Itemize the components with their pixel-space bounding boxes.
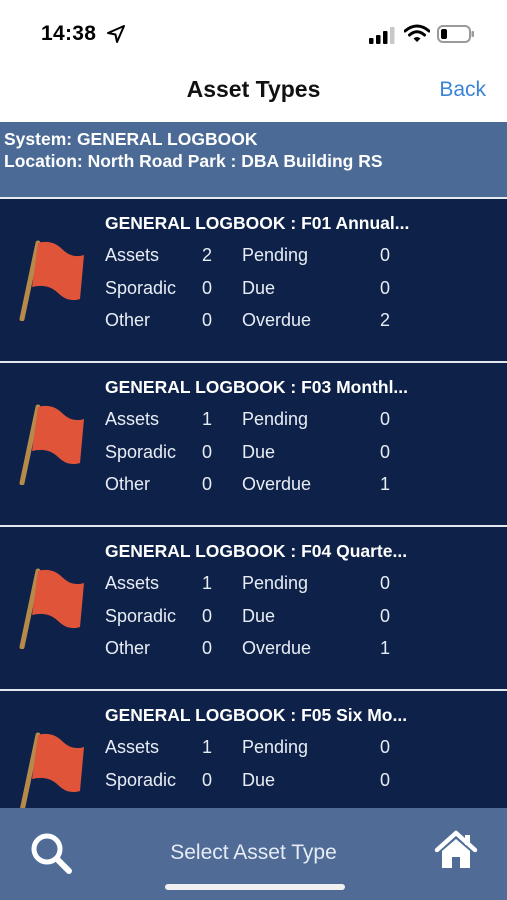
assets-count: 1	[202, 737, 213, 757]
sporadic-count: 0	[202, 442, 213, 462]
flag-icon	[19, 240, 84, 321]
sporadic-label: Sporadic	[105, 278, 177, 298]
navigation-bar: Asset Types Back	[0, 64, 507, 122]
stat-row: Other 0 Overdue 1	[105, 638, 405, 662]
cellular-signal-icon	[369, 27, 395, 44]
due-label: Due	[242, 606, 276, 626]
other-count: 0	[202, 474, 213, 494]
asset-type-item[interactable]: GENERAL LOGBOOK : F03 Monthl... Assets 1…	[0, 363, 507, 527]
asset-type-title: GENERAL LOGBOOK : F03 Monthl...	[105, 377, 409, 397]
stat-row: Assets 2 Pending 0	[105, 245, 405, 269]
assets-label: Assets	[105, 409, 160, 429]
due-count: 0	[380, 770, 391, 790]
pending-count: 0	[380, 245, 391, 265]
other-count: 0	[202, 310, 213, 330]
home-icon[interactable]	[434, 830, 478, 870]
sporadic-label: Sporadic	[105, 770, 177, 790]
pending-label: Pending	[242, 737, 309, 757]
stat-row: Other 0 Overdue 1	[105, 474, 405, 498]
other-label: Other	[105, 310, 151, 330]
stat-row: Assets 1 Pending 0	[105, 573, 405, 597]
overdue-label: Overdue	[242, 310, 312, 330]
assets-count: 2	[202, 245, 213, 265]
stat-row: Sporadic 0 Due 0	[105, 770, 405, 794]
other-label: Other	[105, 638, 151, 658]
stat-row: Sporadic 0 Due 0	[105, 442, 405, 466]
due-count: 0	[380, 278, 391, 298]
sporadic-count: 0	[202, 606, 213, 626]
sporadic-label: Sporadic	[105, 606, 177, 626]
pending-count: 0	[380, 573, 391, 593]
other-label: Other	[105, 474, 151, 494]
asset-type-title: GENERAL LOGBOOK : F04 Quarte...	[105, 541, 408, 561]
sporadic-count: 0	[202, 770, 213, 790]
page-title: Asset Types	[186, 76, 321, 102]
pending-label: Pending	[242, 245, 309, 265]
pending-label: Pending	[242, 573, 309, 593]
bottom-toolbar-title: Select Asset Type	[170, 841, 337, 864]
flag-icon	[20, 732, 84, 808]
due-label: Due	[242, 770, 276, 790]
system-info-header: System: GENERAL LOGBOOK Location: North …	[0, 122, 507, 199]
overdue-label: Overdue	[242, 474, 312, 494]
overdue-count: 2	[380, 310, 391, 330]
wifi-icon	[404, 24, 430, 42]
sporadic-count: 0	[202, 278, 213, 298]
overdue-count: 1	[380, 474, 391, 494]
bottom-toolbar: Select Asset Type	[0, 808, 507, 900]
overdue-count: 1	[380, 638, 391, 658]
battery-icon	[437, 25, 474, 43]
back-button[interactable]: Back	[439, 78, 486, 102]
assets-label: Assets	[105, 573, 160, 593]
pending-label: Pending	[242, 409, 309, 429]
due-label: Due	[242, 442, 276, 462]
system-label: System: GENERAL LOGBOOK	[4, 129, 258, 149]
due-label: Due	[242, 278, 276, 298]
asset-type-item[interactable]: GENERAL LOGBOOK : F01 Annual... Assets 2…	[0, 199, 507, 363]
status-bar: 14:38	[0, 0, 507, 64]
location-label: Location: North Road Park : DBA Building…	[4, 151, 383, 171]
assets-count: 1	[202, 573, 213, 593]
assets-label: Assets	[105, 245, 160, 265]
stat-row: Other 0 Overdue 2	[105, 310, 405, 334]
pending-count: 0	[380, 409, 391, 429]
asset-type-item[interactable]: GENERAL LOGBOOK : F04 Quarte... Assets 1…	[0, 527, 507, 691]
pending-count: 0	[380, 737, 391, 757]
stat-row: Assets 1 Pending 0	[105, 409, 405, 433]
due-count: 0	[380, 606, 391, 626]
home-indicator	[165, 884, 345, 890]
other-count: 0	[202, 638, 213, 658]
assets-label: Assets	[105, 737, 160, 757]
stat-row: Sporadic 0 Due 0	[105, 606, 405, 630]
status-time: 14:38	[41, 22, 97, 45]
overdue-label: Overdue	[242, 638, 312, 658]
asset-type-title: GENERAL LOGBOOK : F05 Six Mo...	[105, 705, 408, 725]
flag-icon	[19, 568, 84, 649]
location-arrow-icon	[107, 25, 125, 43]
sporadic-label: Sporadic	[105, 442, 177, 462]
asset-type-item[interactable]: GENERAL LOGBOOK : F05 Six Mo... Assets 1…	[0, 691, 507, 808]
stat-row: Sporadic 0 Due 0	[105, 278, 405, 302]
assets-count: 1	[202, 409, 213, 429]
due-count: 0	[380, 442, 391, 462]
asset-type-list[interactable]: GENERAL LOGBOOK : F01 Annual... Assets 2…	[0, 199, 507, 808]
flag-icon	[19, 404, 84, 485]
stat-row: Assets 1 Pending 0	[105, 737, 405, 761]
asset-type-title: GENERAL LOGBOOK : F01 Annual...	[105, 213, 410, 233]
